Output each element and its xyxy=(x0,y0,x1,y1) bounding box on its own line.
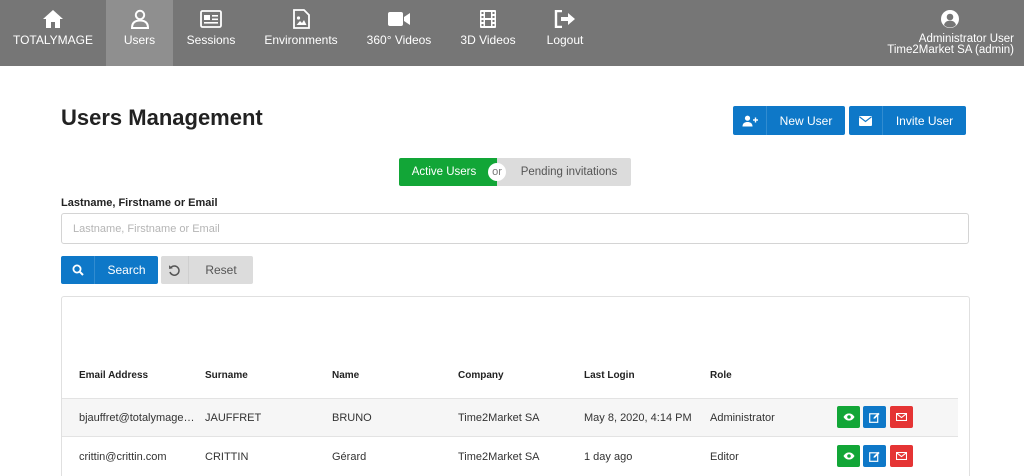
or-separator: or xyxy=(488,163,506,181)
nav-item-label: Sessions xyxy=(186,33,236,47)
email-user-button[interactable] xyxy=(890,445,913,467)
edit-icon xyxy=(869,412,880,423)
nav-item-users[interactable]: Users xyxy=(106,0,173,66)
user-menu[interactable]: Administrator User Time2Market SA (admin… xyxy=(887,0,1014,66)
search-input[interactable] xyxy=(61,213,969,244)
search-label: Lastname, Firstname or Email xyxy=(61,197,218,209)
cell-email: crittin@crittin.com xyxy=(79,451,167,463)
column-header-name[interactable]: Name xyxy=(332,370,359,381)
user-status-toggle: Active Users Pending invitations xyxy=(399,158,631,186)
eye-icon xyxy=(843,452,854,460)
eye-icon xyxy=(843,413,854,421)
page-title: Users Management xyxy=(61,105,263,130)
invite-user-button[interactable]: Invite User xyxy=(849,106,966,135)
nav-item-label: 360° Videos xyxy=(366,33,432,47)
cell-company: Time2Market SA xyxy=(458,412,540,424)
nav-item-label: TOTALYMAGE xyxy=(12,33,93,47)
envelope-icon xyxy=(896,413,907,421)
cell-name: Gérard xyxy=(332,451,367,463)
nav-item-360-videos[interactable]: 360° Videos xyxy=(362,0,436,66)
envelope-icon xyxy=(849,106,883,135)
reset-button[interactable]: Reset xyxy=(161,256,253,284)
column-header-email[interactable]: Email Address xyxy=(79,370,148,381)
cell-last-login: May 8, 2020, 4:14 PM xyxy=(584,412,692,424)
search-icon xyxy=(61,256,95,284)
new-user-label: New User xyxy=(779,113,833,128)
invite-user-label: Invite User xyxy=(895,113,954,128)
nav-item-label: Environments xyxy=(264,33,338,47)
nav-item-environments[interactable]: Environments xyxy=(262,0,340,66)
top-navigation: TOTALYMAGE Users Sessions Environments 3… xyxy=(0,0,1024,66)
table-row: crittin@crittin.com CRITTIN Gérard Time2… xyxy=(62,436,958,474)
column-header-last-login[interactable]: Last Login xyxy=(584,370,635,381)
cell-role: Administrator xyxy=(710,412,775,424)
user-icon xyxy=(128,8,152,30)
view-user-button[interactable] xyxy=(837,406,860,428)
cell-last-login: 1 day ago xyxy=(584,451,633,463)
cell-name: BRUNO xyxy=(332,412,372,424)
undo-icon xyxy=(161,256,189,284)
cell-email: bjauffret@totalymage… xyxy=(79,412,195,424)
user-circle-icon xyxy=(938,8,962,30)
id-card-icon xyxy=(199,8,223,30)
user-organization: Time2Market SA (admin) xyxy=(887,44,1014,56)
home-icon xyxy=(41,8,65,30)
new-user-button[interactable]: New User xyxy=(733,106,845,135)
column-header-surname[interactable]: Surname xyxy=(205,370,248,381)
nav-item-label: 3D Videos xyxy=(460,33,516,47)
cell-surname: CRITTIN xyxy=(205,451,249,463)
view-user-button[interactable] xyxy=(837,445,860,467)
envelope-icon xyxy=(896,452,907,460)
table-row: bjauffret@totalymage… JAUFFRET BRUNO Tim… xyxy=(62,398,958,436)
cell-surname: JAUFFRET xyxy=(205,412,262,424)
nav-item-sessions[interactable]: Sessions xyxy=(181,0,241,66)
search-button[interactable]: Search xyxy=(61,256,158,284)
nav-item-label: Logout xyxy=(546,33,584,47)
nav-item-logout[interactable]: Logout xyxy=(540,0,590,66)
nav-item-3d-videos[interactable]: 3D Videos xyxy=(456,0,520,66)
reset-button-label: Reset xyxy=(205,263,237,277)
cell-company: Time2Market SA xyxy=(458,451,540,463)
active-users-tab[interactable]: Active Users xyxy=(399,158,497,186)
edit-user-button[interactable] xyxy=(863,445,886,467)
film-icon xyxy=(476,8,500,30)
column-header-role[interactable]: Role xyxy=(710,370,732,381)
column-header-company[interactable]: Company xyxy=(458,370,504,381)
nav-item-label: Users xyxy=(123,33,156,47)
edit-icon xyxy=(869,451,880,462)
sign-out-icon xyxy=(553,8,577,30)
edit-user-button[interactable] xyxy=(863,406,886,428)
user-plus-icon xyxy=(733,106,767,135)
file-image-icon xyxy=(289,8,313,30)
email-user-button[interactable] xyxy=(890,406,913,428)
nav-item-home[interactable]: TOTALYMAGE xyxy=(8,0,98,66)
cell-role: Editor xyxy=(710,451,739,463)
pending-invitations-tab[interactable]: Pending invitations xyxy=(497,158,631,186)
search-button-label: Search xyxy=(107,263,146,277)
video-camera-icon xyxy=(387,8,411,30)
